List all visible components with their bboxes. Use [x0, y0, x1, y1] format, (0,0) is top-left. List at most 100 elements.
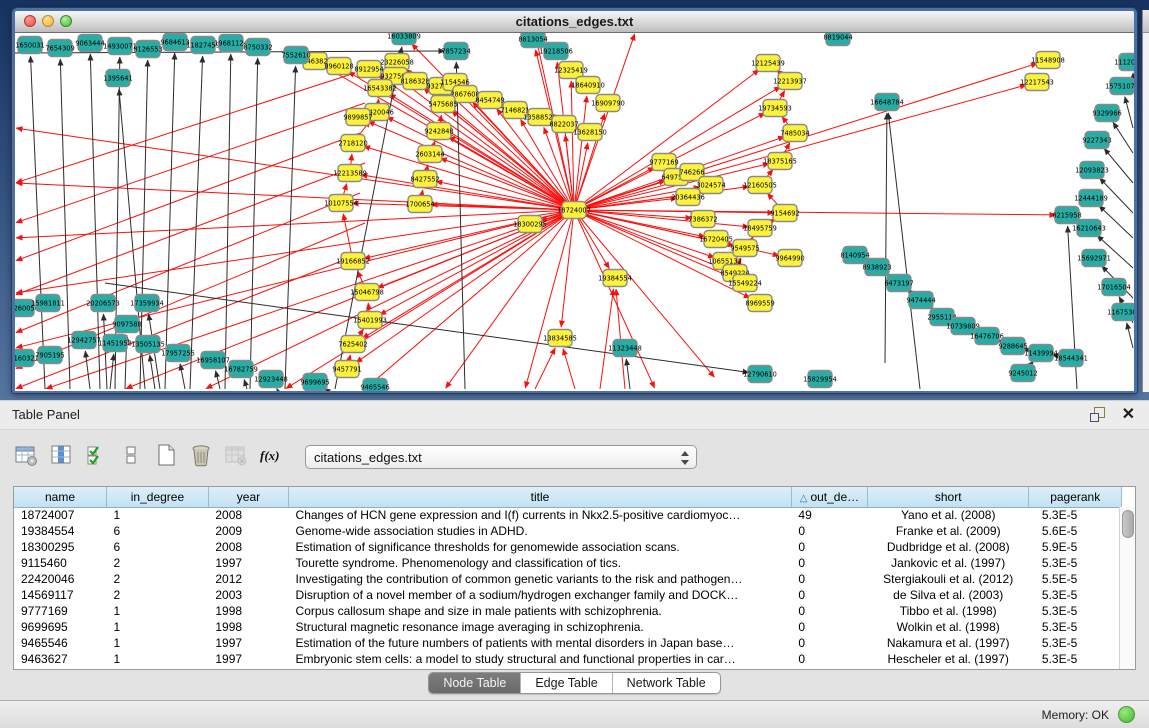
graph-edge[interactable] [286, 210, 574, 389]
table-cell[interactable]: 5.3E-5 [1029, 651, 1122, 667]
graph-node[interactable]: 1395641 [103, 70, 132, 87]
graph-node[interactable]: 12125439 [751, 55, 785, 72]
table-cell[interactable]: 5.3E-5 [1029, 603, 1122, 619]
graph-node[interactable]: 3024574 [696, 177, 725, 194]
graph-node[interactable]: 9699695 [300, 374, 329, 391]
table-cell[interactable]: 9465546 [14, 635, 107, 651]
graph-edge[interactable] [561, 210, 574, 327]
tab-edge-table[interactable]: Edge Table [520, 673, 611, 693]
table-cell[interactable]: Estimation of the future numbers of pati… [289, 635, 792, 651]
graph-edge[interactable] [449, 137, 575, 210]
table-cell[interactable]: 1998 [208, 619, 288, 635]
graph-node[interactable]: 16909790 [591, 95, 625, 112]
table-cell[interactable]: 1997 [208, 651, 288, 667]
graph-edge[interactable] [206, 210, 574, 389]
table-cell[interactable]: 5.3E-5 [1029, 587, 1122, 603]
graph-node[interactable]: 16543382 [363, 80, 397, 97]
graph-node[interactable]: 9329966 [1092, 105, 1121, 122]
graph-node[interactable]: 17016504 [1097, 279, 1131, 296]
graph-edge[interactable] [456, 62, 465, 389]
graph-node[interactable]: 9549575 [730, 240, 759, 257]
graph-node[interactable]: 20364436 [671, 189, 705, 206]
graph-node[interactable]: 11451958 [98, 335, 132, 352]
graph-edge[interactable] [250, 58, 258, 389]
graph-node[interactable]: 18495759 [743, 220, 777, 237]
table-cell[interactable]: 9463627 [14, 651, 107, 667]
graph-edge[interactable] [535, 348, 555, 389]
graph-node[interactable]: 17957255 [161, 345, 195, 362]
column-header-year[interactable]: year [208, 487, 288, 507]
column-header-in_degree[interactable]: in_degree [107, 487, 209, 507]
graph-node[interactable]: 19734593 [758, 100, 792, 117]
table-row[interactable]: 911546021997Tourette syndrome. Phenomeno… [14, 555, 1122, 571]
graph-edge[interactable] [150, 355, 155, 389]
graph-edge[interactable] [16, 210, 574, 293]
graph-node[interactable]: 18724007 [557, 202, 591, 219]
graph-node[interactable]: 8938923 [862, 259, 891, 276]
graph-node[interactable]: 19218506 [539, 43, 573, 60]
node-table-grid[interactable]: namein_degreeyeartitle△out_de…shortpager… [14, 487, 1122, 667]
graph-edge[interactable] [574, 210, 714, 377]
graph-node[interactable]: 19166852 [336, 253, 370, 270]
table-cell[interactable]: 1997 [208, 635, 288, 651]
graph-node[interactable]: 15751074 [1105, 78, 1134, 95]
graph-edge[interactable] [1125, 97, 1133, 128]
graph-node[interactable]: 6473197 [884, 275, 913, 292]
table-row[interactable]: 1872400712008Changes of HCN gene express… [14, 507, 1122, 523]
graph-node[interactable]: 15401993 [353, 312, 387, 329]
table-cell[interactable]: 6 [107, 539, 209, 555]
graph-node[interactable]: 16033809 [387, 33, 421, 45]
graph-edge[interactable] [180, 364, 185, 389]
graph-node[interactable]: 9242848 [424, 123, 453, 140]
column-header-short[interactable]: short [867, 487, 1028, 507]
graph-node[interactable]: 8813054 [518, 33, 547, 48]
table-cell[interactable]: 2 [107, 555, 209, 571]
table-cell[interactable]: 2003 [208, 587, 288, 603]
graph-node[interactable]: 15692971 [1077, 250, 1111, 267]
graph-edge[interactable] [1127, 323, 1133, 348]
graph-edge[interactable] [574, 85, 1026, 210]
graph-node[interactable]: 15046798 [350, 284, 384, 301]
memory-status-indicator[interactable] [1118, 706, 1135, 723]
graph-node[interactable]: 13628150 [573, 124, 607, 141]
table-cell[interactable]: Tourette syndrome. Phenomenology and cla… [289, 555, 792, 571]
graph-node[interactable]: 5475685 [428, 96, 457, 113]
table-row[interactable]: 1830029562008Estimation of significance … [14, 539, 1122, 555]
graph-node[interactable]: 11323448 [608, 340, 642, 357]
table-cell[interactable]: 49 [791, 507, 867, 523]
graph-node[interactable]: 8819044 [823, 33, 852, 46]
graph-node[interactable]: 14930071 [103, 38, 137, 55]
network-canvas[interactable]: 1872400774638289601288912954232260589327… [15, 33, 1134, 391]
graph-node[interactable]: 12217543 [1020, 74, 1054, 91]
table-cell[interactable]: Structural magnetic resonance image aver… [289, 619, 792, 635]
graph-node[interactable]: 13834585 [543, 330, 577, 347]
table-scrollbar-thumb[interactable] [1122, 510, 1134, 538]
table-cell[interactable]: 1 [107, 507, 209, 523]
table-cell[interactable]: 2 [107, 571, 209, 587]
graph-node[interactable]: 18375165 [763, 153, 797, 170]
graph-node[interactable]: 2603144 [415, 146, 444, 163]
graph-node[interactable]: 11548908 [1031, 52, 1065, 69]
graph-node[interactable]: 8969559 [745, 295, 774, 312]
graph-edge[interactable] [165, 53, 175, 389]
graph-node[interactable]: 7552610 [281, 47, 310, 64]
table-cell[interactable]: 5.5E-5 [1029, 571, 1122, 587]
float-panel-icon[interactable] [1090, 407, 1105, 422]
table-cell[interactable]: 19384554 [14, 523, 107, 539]
table-cell[interactable]: 0 [791, 539, 867, 555]
graph-node[interactable]: 1700654 [405, 196, 434, 213]
graph-edge[interactable] [16, 210, 574, 238]
row-height-button[interactable] [118, 444, 144, 470]
table-row[interactable]: 969969511998Structural magnetic resonanc… [14, 619, 1122, 635]
table-row[interactable]: 946362711997Embryonic stem cells: a mode… [14, 651, 1122, 667]
graph-node[interactable]: 15981811 [31, 295, 65, 312]
graph-edge[interactable] [110, 354, 114, 389]
table-cell[interactable]: 5.3E-5 [1029, 619, 1122, 635]
table-selector-dropdown[interactable]: citations_edges.txt [305, 445, 697, 469]
graph-node[interactable]: 8960128 [324, 58, 353, 75]
table-row[interactable]: 1456911722003Disruption of a novel membe… [14, 587, 1122, 603]
table-cell[interactable]: 6 [107, 523, 209, 539]
graph-edge[interactable] [190, 56, 203, 389]
graph-edge[interactable] [626, 359, 630, 389]
table-options-button[interactable] [13, 444, 39, 470]
